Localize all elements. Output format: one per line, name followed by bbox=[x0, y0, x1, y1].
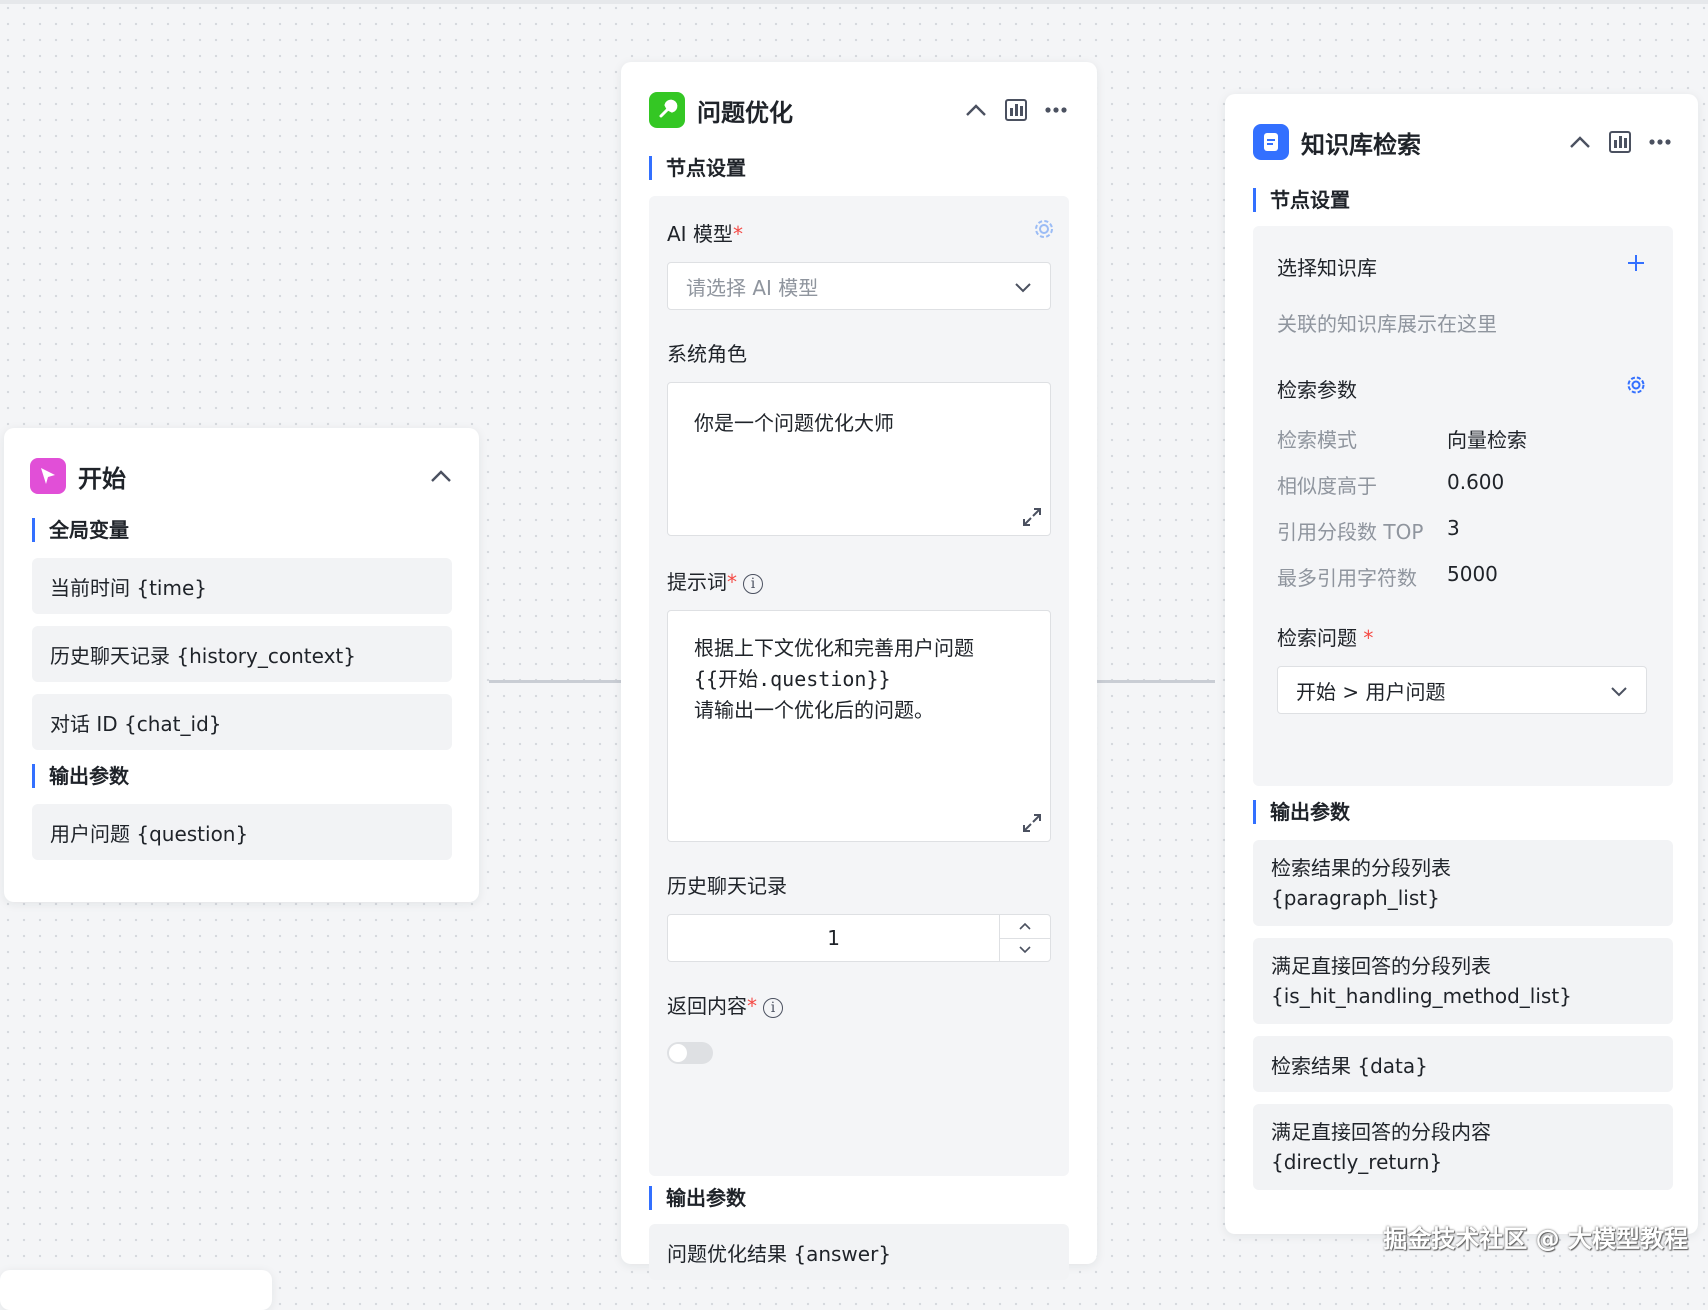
optimize-node-title: 问题优化 bbox=[697, 98, 793, 127]
output-param-var: {is_hit_handling_method_list} bbox=[1271, 984, 1572, 1008]
select-kb-label: 选择知识库 bbox=[1277, 256, 1377, 280]
ai-model-placeholder: 请选择 AI 模型 bbox=[686, 275, 819, 300]
start-output-title: 输出参数 bbox=[32, 764, 129, 788]
retrieval-question-label: 检索问题 * bbox=[1277, 626, 1374, 650]
global-var-item: 对话 ID {chat_id} bbox=[32, 694, 452, 750]
chevron-down-icon bbox=[1610, 678, 1628, 702]
global-var-item: 当前时间 {time} bbox=[32, 558, 452, 614]
global-var-label: 历史聊天记录 {history_context} bbox=[50, 643, 356, 668]
start-node-icon bbox=[30, 458, 66, 494]
ai-model-label: AI 模型* bbox=[667, 222, 743, 246]
add-kb-plus-icon[interactable] bbox=[1623, 250, 1649, 276]
param-value: 向量检索 bbox=[1447, 428, 1527, 452]
history-number-input[interactable]: 1 bbox=[667, 914, 1051, 962]
output-param-item: 检索结果的分段列表 {paragraph_list} bbox=[1253, 840, 1673, 926]
kb-placeholder: 关联的知识库展示在这里 bbox=[1277, 312, 1497, 336]
optimize-output-title: 输出参数 bbox=[649, 1186, 746, 1210]
output-param-item: 检索结果 {data} bbox=[1253, 1036, 1673, 1092]
retrieval-question-select[interactable]: 开始 > 用户问题 bbox=[1277, 666, 1647, 714]
kb-node-title: 知识库检索 bbox=[1301, 130, 1421, 159]
param-value: 3 bbox=[1447, 516, 1460, 540]
prompt-line: 根据上下文优化和完善用户问题 bbox=[694, 636, 974, 660]
question-optimize-node[interactable]: 问题优化 节点设置 AI 模型* 请选择 AI 模型 系统角色 你是一个问题优化… bbox=[621, 62, 1097, 1280]
edge-optimize-to-kb bbox=[1097, 680, 1215, 683]
knowledge-retrieval-node[interactable]: 知识库检索 节点设置 选择知识库 关联的知识库展示在这里 检索参数 检索模式 向… bbox=[1225, 94, 1698, 1234]
chevron-down-icon bbox=[1014, 274, 1032, 298]
node-settings-panel: AI 模型* 请选择 AI 模型 系统角色 你是一个问题优化大师 提示词* i 根… bbox=[649, 196, 1069, 1176]
collapse-icon[interactable] bbox=[963, 97, 989, 123]
system-role-textarea[interactable]: 你是一个问题优化大师 bbox=[667, 382, 1051, 536]
kb-node-icon bbox=[1253, 124, 1289, 160]
node-settings-title: 节点设置 bbox=[649, 156, 746, 180]
prompt-textarea[interactable]: 根据上下文优化和完善用户问题 {{开始.question}} 请输出一个优化后的… bbox=[667, 610, 1051, 842]
output-param-label: 检索结果 {data} bbox=[1271, 1053, 1428, 1078]
prompt-line: 请输出一个优化后的问题。 bbox=[694, 698, 934, 722]
param-value: 5000 bbox=[1447, 562, 1498, 586]
info-icon[interactable]: i bbox=[763, 997, 783, 1018]
global-var-label: 当前时间 {time} bbox=[50, 575, 207, 600]
retrieval-params-label: 检索参数 bbox=[1277, 378, 1357, 402]
output-param-label: 满足直接回答的分段列表 bbox=[1271, 954, 1491, 978]
collapse-icon[interactable] bbox=[428, 463, 454, 489]
param-label: 检索模式 bbox=[1277, 428, 1357, 452]
execution-detail-icon[interactable] bbox=[1003, 97, 1029, 123]
global-vars-title: 全局变量 bbox=[32, 518, 129, 542]
canvas-top-border bbox=[0, 0, 1708, 4]
history-label: 历史聊天记录 bbox=[667, 874, 787, 898]
return-content-toggle[interactable] bbox=[667, 1042, 713, 1064]
expand-icon[interactable] bbox=[1021, 506, 1043, 532]
kb-output-title: 输出参数 bbox=[1253, 800, 1350, 824]
output-param-label: 检索结果的分段列表 bbox=[1271, 856, 1451, 880]
output-param-var: {directly_return} bbox=[1271, 1150, 1443, 1174]
collapse-icon[interactable] bbox=[1567, 129, 1593, 155]
output-param-item: 问题优化结果 {answer} bbox=[649, 1224, 1069, 1280]
output-param-label: 用户问题 {question} bbox=[50, 821, 249, 846]
param-value: 0.600 bbox=[1447, 470, 1505, 494]
start-node-title: 开始 bbox=[78, 464, 126, 493]
more-icon[interactable] bbox=[1043, 97, 1069, 123]
output-param-label: 问题优化结果 {answer} bbox=[667, 1241, 892, 1266]
model-settings-gear-icon[interactable] bbox=[1031, 216, 1057, 242]
output-param-item: 用户问题 {question} bbox=[32, 804, 452, 860]
return-content-label: 返回内容* i bbox=[667, 990, 783, 1019]
optimize-node-icon bbox=[649, 92, 685, 128]
global-var-label: 对话 ID {chat_id} bbox=[50, 711, 222, 736]
increment-icon[interactable] bbox=[1000, 915, 1050, 939]
node-settings-title: 节点设置 bbox=[1253, 188, 1350, 212]
history-value: 1 bbox=[827, 926, 840, 950]
watermark: 掘金技术社区 @ 大模型教程 bbox=[1383, 1225, 1688, 1253]
prompt-label: 提示词* i bbox=[667, 566, 763, 595]
info-icon[interactable]: i bbox=[743, 573, 763, 594]
ai-model-select[interactable]: 请选择 AI 模型 bbox=[667, 262, 1051, 310]
partial-node-bottom[interactable] bbox=[0, 1270, 272, 1310]
more-icon[interactable] bbox=[1647, 129, 1673, 155]
param-label: 最多引用字符数 bbox=[1277, 566, 1417, 590]
output-param-item: 满足直接回答的分段内容 {directly_return} bbox=[1253, 1104, 1673, 1190]
start-node[interactable]: 开始 全局变量 当前时间 {time} 历史聊天记录 {history_cont… bbox=[4, 428, 479, 902]
param-label: 引用分段数 TOP bbox=[1277, 520, 1424, 544]
execution-detail-icon[interactable] bbox=[1607, 129, 1633, 155]
decrement-icon[interactable] bbox=[1000, 939, 1050, 962]
param-label: 相似度高于 bbox=[1277, 474, 1377, 498]
output-param-var: {paragraph_list} bbox=[1271, 886, 1440, 910]
kb-settings-panel: 选择知识库 关联的知识库展示在这里 检索参数 检索模式 向量检索 相似度高于 0… bbox=[1253, 226, 1673, 786]
prompt-line: {{开始.question}} bbox=[694, 667, 891, 691]
retrieval-question-value: 开始 > 用户问题 bbox=[1296, 679, 1446, 704]
params-settings-gear-icon[interactable] bbox=[1623, 372, 1649, 398]
system-role-label: 系统角色 bbox=[667, 342, 747, 366]
edge-start-to-optimize bbox=[489, 680, 621, 683]
global-var-item: 历史聊天记录 {history_context} bbox=[32, 626, 452, 682]
toggle-knob bbox=[669, 1044, 687, 1062]
expand-icon[interactable] bbox=[1021, 812, 1043, 838]
system-role-text: 你是一个问题优化大师 bbox=[694, 411, 894, 435]
output-param-item: 满足直接回答的分段列表 {is_hit_handling_method_list… bbox=[1253, 938, 1673, 1024]
output-param-label: 满足直接回答的分段内容 bbox=[1271, 1120, 1491, 1144]
